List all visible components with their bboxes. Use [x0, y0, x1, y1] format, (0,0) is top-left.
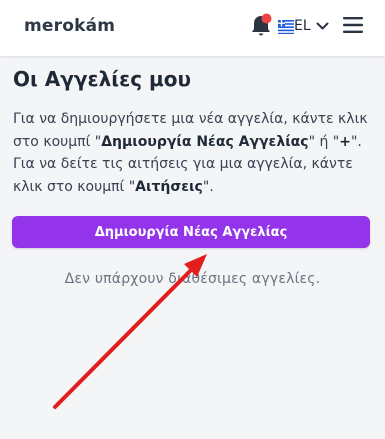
- language-code[interactable]: EL: [294, 18, 311, 34]
- notification-badge: [261, 13, 272, 24]
- greek-flag-icon[interactable]: [278, 20, 294, 34]
- instructions-bold-applications: Αιτήσεις: [135, 178, 203, 195]
- instructions-part: " ή ": [308, 133, 340, 150]
- hamburger-menu-icon[interactable]: [343, 16, 363, 34]
- empty-state-message: Δεν υπάρχουν διαθέσιμες αγγελίες.: [64, 271, 321, 287]
- logo[interactable]: merokám: [24, 16, 115, 36]
- instructions-bold-plus: +: [339, 133, 351, 150]
- bell-icon[interactable]: [249, 13, 273, 39]
- chevron-down-icon[interactable]: [316, 20, 329, 32]
- page-title: Οι Αγγελίες μου: [13, 67, 191, 91]
- instructions-bold-create: Δημιουργία Νέας Αγγελίας: [101, 133, 309, 150]
- create-listing-button[interactable]: Δημιουργία Νέας Αγγελίας: [12, 216, 370, 248]
- instructions-text: Για να δημιουργήσετε μια νέα αγγελία, κά…: [13, 108, 375, 198]
- instructions-part: ".: [202, 178, 214, 195]
- top-navbar: merokám EL: [0, 0, 385, 56]
